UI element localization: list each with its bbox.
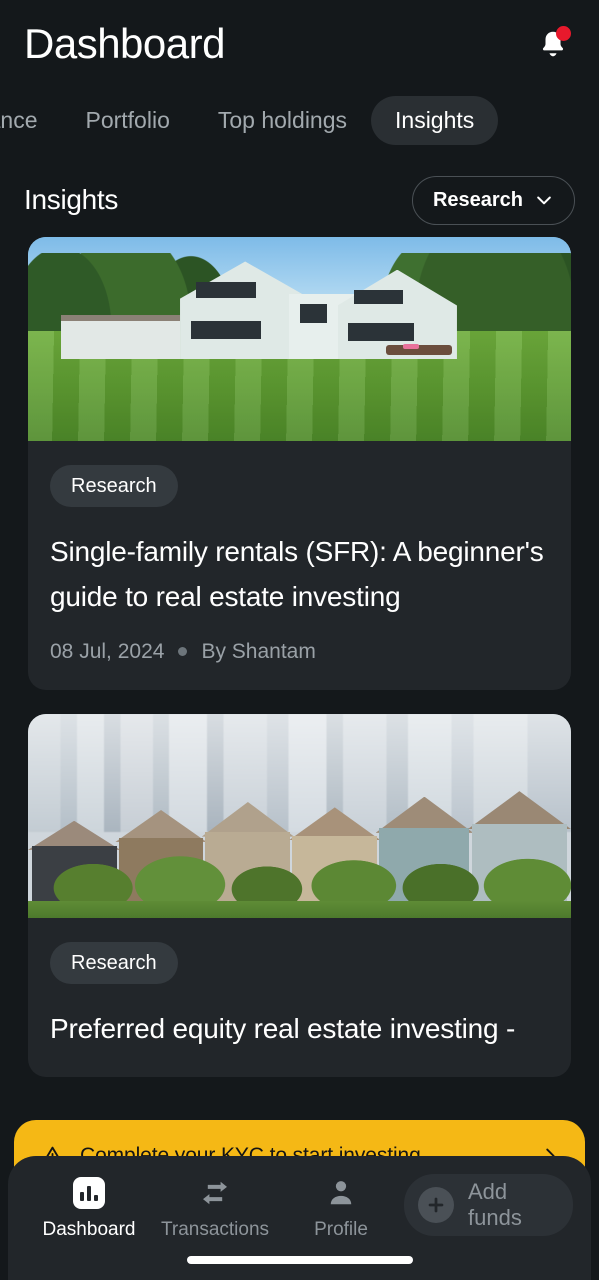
tab-insights[interactable]: Insights xyxy=(371,95,499,145)
app-screen: Dashboard ormance Portfolio Top holdings… xyxy=(0,0,599,1280)
category-filter-dropdown[interactable]: Research xyxy=(411,175,575,225)
article-title: Preferred equity real estate investing - xyxy=(50,1012,516,1044)
notifications-button[interactable] xyxy=(531,22,575,66)
tab-top-holdings[interactable]: Top holdings xyxy=(194,96,371,145)
add-funds-label: Add funds xyxy=(468,1179,522,1230)
bar-chart-icon xyxy=(73,1174,105,1212)
article-author: By Shantam xyxy=(201,639,316,663)
insights-section-header: Insights Research xyxy=(0,172,599,228)
section-title: Insights xyxy=(24,184,119,215)
nav-item-dashboard[interactable]: Dashboard xyxy=(26,1174,152,1239)
chevron-down-icon xyxy=(534,190,554,210)
tab-portfolio[interactable]: Portfolio xyxy=(61,96,193,145)
swap-arrows-icon xyxy=(199,1174,231,1212)
nav-item-profile[interactable]: Profile xyxy=(278,1174,404,1239)
article-card-body: Research Single-family rentals (SFR): A … xyxy=(28,441,571,690)
article-category-badge[interactable]: Research xyxy=(50,941,178,984)
home-indicator xyxy=(186,1256,413,1264)
plus-circle-icon xyxy=(418,1187,454,1223)
article-card-body: Research Preferred equity real estate in… xyxy=(28,918,571,1077)
article-hero-image-house xyxy=(28,237,571,441)
section-tabs[interactable]: ormance Portfolio Top holdings Insights xyxy=(0,92,599,148)
page-title: Dashboard xyxy=(24,20,225,67)
article-title: Single-family rentals (SFR): A beginner'… xyxy=(50,536,544,613)
person-icon xyxy=(326,1174,356,1212)
article-date: 08 Jul, 2024 xyxy=(50,639,165,663)
article-card[interactable]: Research Preferred equity real estate in… xyxy=(28,713,571,1078)
nav-item-label: Transactions xyxy=(160,1219,270,1240)
article-hero-image-painted-ladies xyxy=(28,713,571,918)
meta-separator-dot xyxy=(178,647,188,657)
nav-item-label: Dashboard xyxy=(42,1219,136,1240)
article-meta: 08 Jul, 2024 By Shantam xyxy=(50,640,549,664)
category-filter-label: Research xyxy=(432,188,523,211)
add-funds-button[interactable]: Add funds xyxy=(404,1174,573,1236)
article-category-badge[interactable]: Research xyxy=(50,465,178,507)
nav-item-label: Profile xyxy=(314,1219,368,1240)
tab-performance[interactable]: ormance xyxy=(0,96,61,145)
notification-badge-dot xyxy=(556,26,571,41)
article-card[interactable]: Research Single-family rentals (SFR): A … xyxy=(28,237,571,690)
nav-item-transactions[interactable]: Transactions xyxy=(152,1174,278,1239)
app-header: Dashboard xyxy=(0,0,599,88)
